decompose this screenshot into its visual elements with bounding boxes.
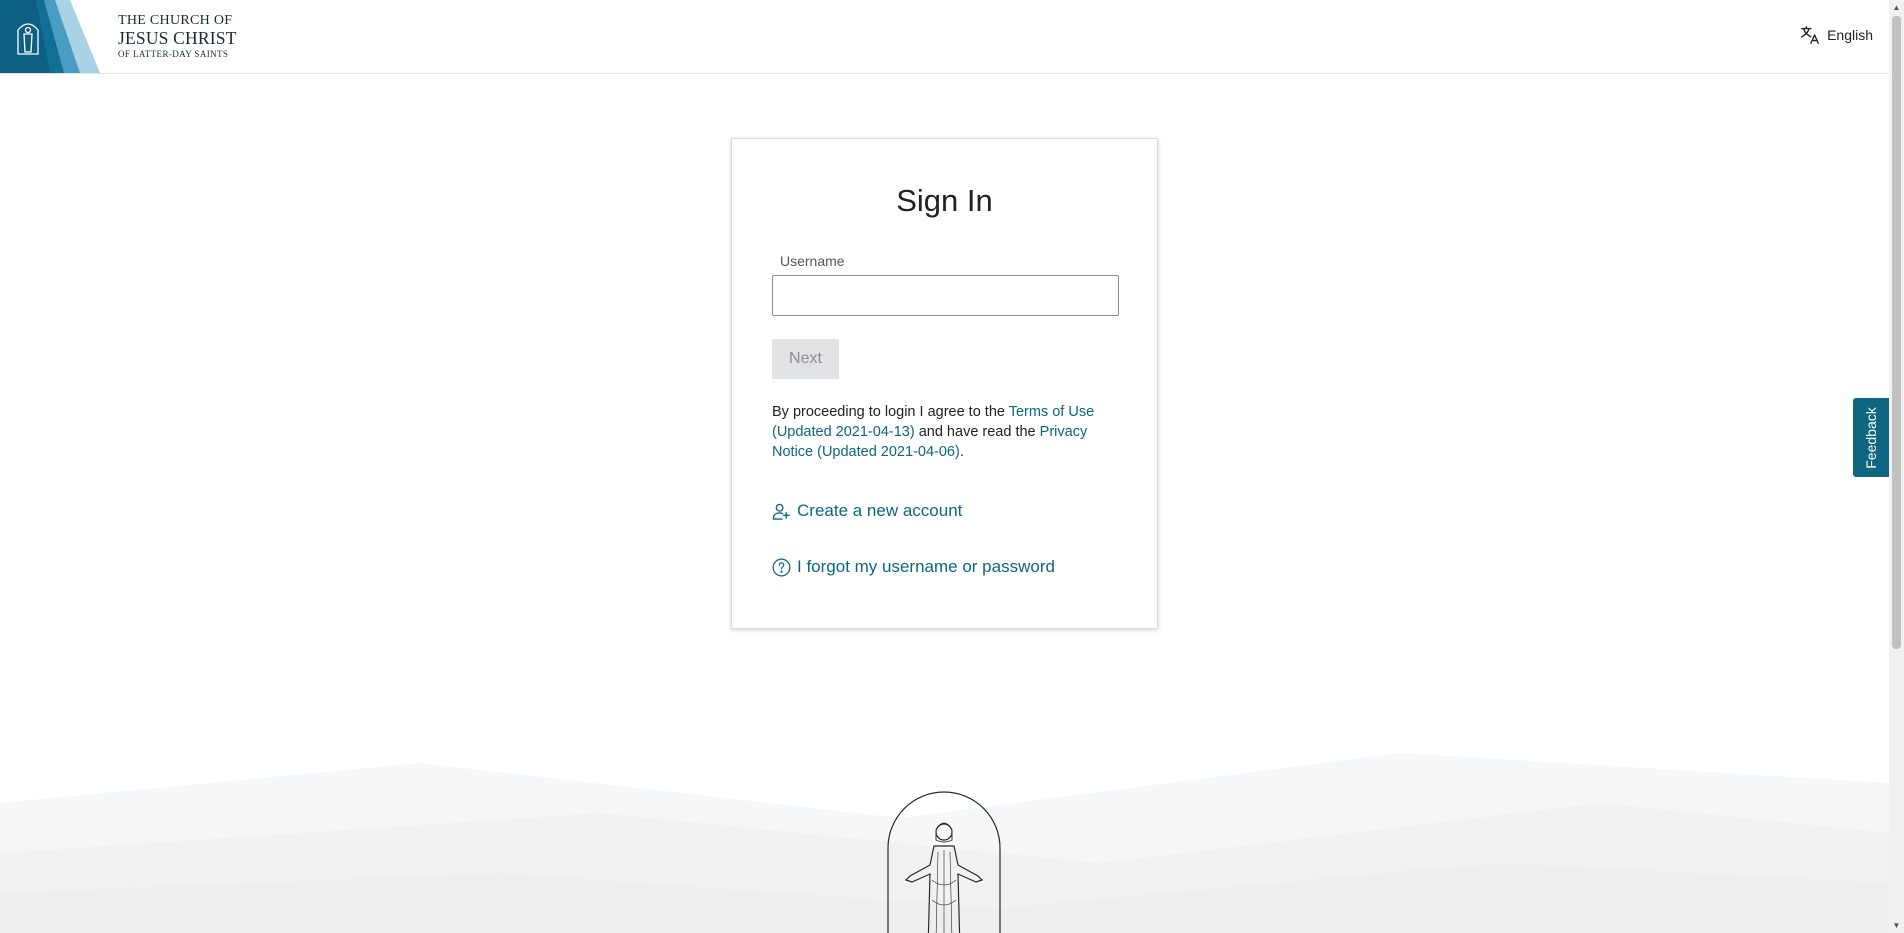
scroll-down-arrow-icon[interactable]: ▼ — [1889, 918, 1904, 933]
feedback-tab[interactable]: Feedback — [1853, 398, 1889, 477]
next-button[interactable]: Next — [772, 339, 839, 379]
forgot-credentials-link[interactable]: I forgot my username or password — [772, 557, 1055, 577]
logo-line-3: OF LATTER-DAY SAINTS — [118, 48, 229, 59]
terms-middle: and have read the — [914, 424, 1040, 440]
signin-card: Sign In Username Next By proceeding to l… — [731, 138, 1158, 629]
scrollbar-thumb[interactable] — [1892, 16, 1901, 649]
terms-notice: By proceeding to login I agree to the Te… — [772, 402, 1119, 462]
church-logo-graphic[interactable] — [0, 0, 110, 73]
create-account-link[interactable]: Create a new account — [772, 501, 962, 521]
logo-line-1: THE CHURCH OF — [118, 13, 233, 28]
page: THE CHURCH OF JESUS CHRIST OF LATTER-DAY… — [0, 0, 1904, 933]
site-header: THE CHURCH OF JESUS CHRIST OF LATTER-DAY… — [0, 0, 1889, 74]
username-input[interactable] — [772, 275, 1119, 316]
forgot-credentials-label: I forgot my username or password — [797, 557, 1055, 576]
terms-prefix: By proceeding to login I agree to the — [772, 404, 1009, 420]
terms-suffix: . — [959, 444, 964, 460]
christus-emblem — [887, 791, 1001, 933]
create-account-label: Create a new account — [797, 501, 963, 520]
translate-icon — [1801, 26, 1820, 44]
vertical-scrollbar[interactable]: ▲ ▼ — [1889, 0, 1904, 933]
signin-title: Sign In — [896, 183, 993, 218]
language-selector[interactable]: English — [1799, 24, 1873, 46]
language-label: English — [1827, 27, 1873, 43]
add-user-icon — [772, 503, 790, 520]
username-label: Username — [780, 253, 845, 269]
logo-line-2: JESUS CHRIST — [118, 28, 237, 48]
feedback-label: Feedback — [1863, 406, 1879, 469]
scroll-up-arrow-icon[interactable]: ▲ — [1889, 0, 1904, 15]
question-circle-icon — [772, 558, 791, 576]
church-logo-text[interactable]: THE CHURCH OF JESUS CHRIST OF LATTER-DAY… — [118, 14, 237, 59]
